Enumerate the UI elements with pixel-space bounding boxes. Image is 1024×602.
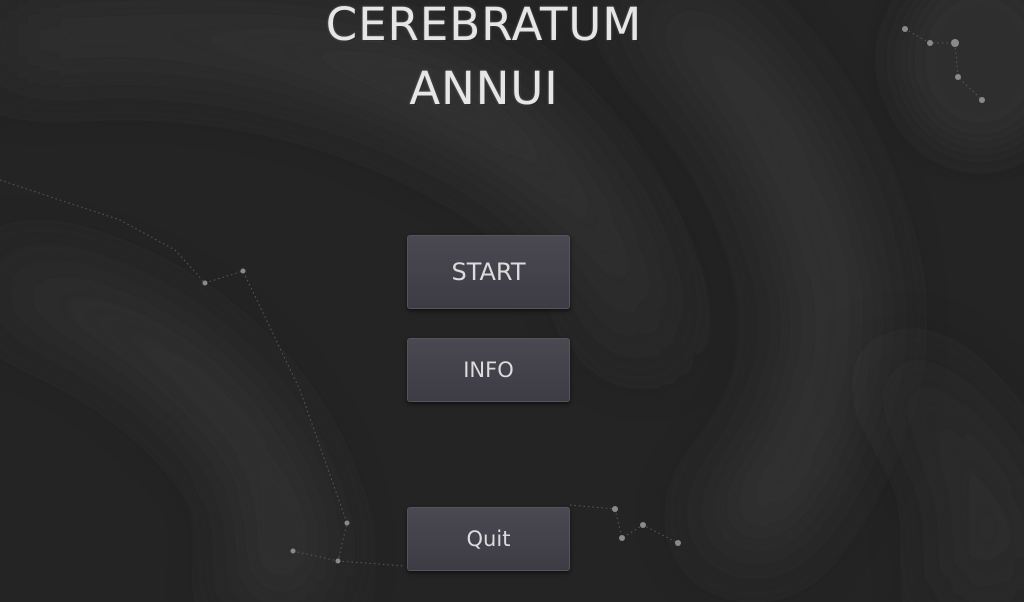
game-title-line-2: ANNUI [409, 62, 559, 115]
info-button[interactable]: INFO [407, 338, 570, 402]
start-button[interactable]: START [407, 235, 570, 309]
quit-button[interactable]: Quit [407, 507, 570, 571]
game-title-line-1: CEREBRATUM [325, 0, 643, 51]
